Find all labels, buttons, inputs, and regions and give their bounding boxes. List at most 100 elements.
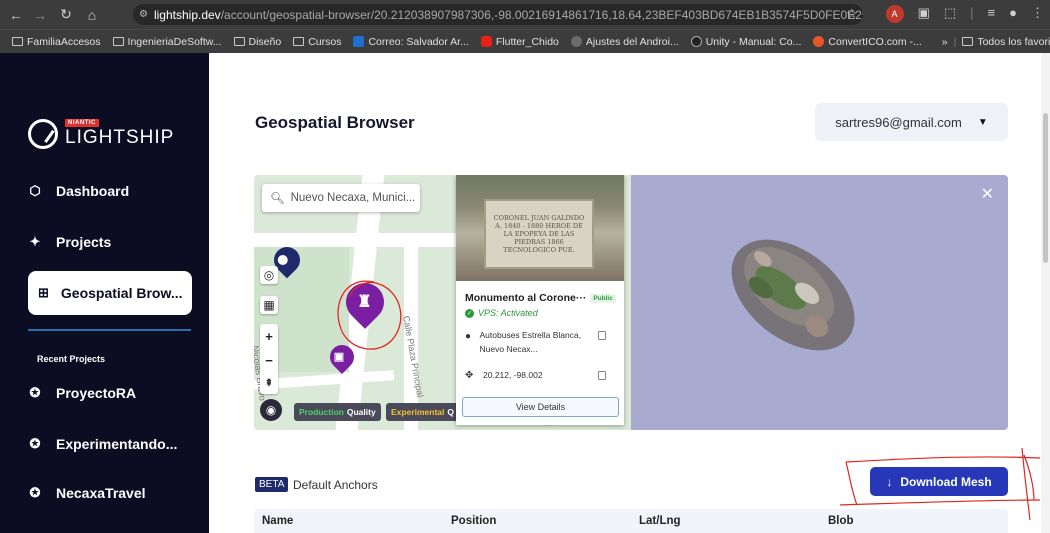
url-host: lightship.dev	[153, 7, 221, 22]
scrollbar-thumb[interactable]	[1043, 113, 1048, 263]
production-quality-tag[interactable]: Production Quality	[294, 403, 381, 421]
grid-view-icon[interactable]: ▦	[260, 296, 278, 314]
location-card: CORONEL JUAN GALINDO A. 1840 - 1880 HERO…	[456, 175, 624, 425]
project-icon: ✪	[29, 485, 41, 500]
page-scrollbar[interactable]	[1041, 53, 1050, 533]
folder-icon	[112, 37, 124, 46]
bookmark-link[interactable]: Ajustes del Androi...	[565, 36, 685, 48]
close-icon[interactable]: ✕	[981, 184, 994, 204]
recent-projects-label: Recent Projects	[37, 354, 106, 364]
forward-icon[interactable]: →	[30, 7, 50, 23]
bookmark-label: FamiliaAccesos	[27, 35, 101, 48]
bookmark-folder[interactable]: Cursos	[287, 36, 347, 48]
site-info-icon[interactable]: ⚙	[139, 9, 148, 20]
column-header[interactable]: Position	[451, 515, 496, 527]
vps-status: ✓ VPS: Activated	[465, 308, 538, 318]
column-header[interactable]: Name	[262, 515, 293, 527]
profile-icon[interactable]: ●	[1009, 5, 1017, 23]
location-title: Monumento al Corone··· Public	[465, 292, 616, 304]
bookmark-folder[interactable]: IngenieriaDeSoftw...	[107, 36, 228, 48]
location-address: ● Autobuses Estrella Blanca, Nuevo Necax…	[465, 328, 585, 357]
reload-icon[interactable]: ↻	[56, 6, 76, 23]
download-mesh-button[interactable]: ↓ Download Mesh	[870, 467, 1008, 496]
bookmark-label: Unity - Manual: Co...	[705, 35, 802, 48]
locate-icon[interactable]: ◎	[260, 266, 278, 284]
copy-icon[interactable]	[598, 331, 606, 340]
logo-name: LIGHTSHIP	[65, 127, 175, 148]
page-title: Geospatial Browser	[255, 113, 415, 132]
bookmark-label: Todos los favoritos	[977, 35, 1050, 48]
all-bookmarks[interactable]: Todos los favoritos	[956, 36, 1050, 48]
folder-icon	[962, 37, 974, 46]
location-coords: ✥ 20.212, -98.002	[465, 370, 543, 381]
logo-tag: NIANTIC	[65, 119, 99, 127]
map-icon: ⊞	[38, 285, 49, 300]
bookmarks-bar: FamiliaAccesos IngenieriaDeSoftw... Dise…	[0, 29, 1050, 53]
converticon-icon	[813, 36, 825, 47]
bookmark-label: Flutter_Chido	[495, 35, 559, 48]
beta-badge: BETA	[255, 477, 289, 492]
user-email: sartres96@gmail.com	[835, 114, 962, 130]
sidebar-item-dashboard[interactable]: ⬡ Dashboard	[28, 183, 129, 199]
unity-icon	[690, 36, 702, 47]
map-view[interactable]: Calle Plaza Principal Nicolás Bravo nida…	[254, 175, 631, 430]
recent-project-item[interactable]: ✪ NecaxaTravel	[28, 485, 146, 501]
bookmark-folder[interactable]: FamiliaAccesos	[6, 36, 107, 48]
zoom-out-icon[interactable]: −	[265, 353, 273, 368]
sidebar-item-label: Dashboard	[56, 183, 130, 199]
quality-production: Production	[299, 407, 344, 417]
copy-icon[interactable]	[598, 371, 606, 380]
globe-icon[interactable]: ◉	[260, 399, 282, 421]
bookmark-star-icon[interactable]: ☆	[846, 6, 858, 22]
outlook-icon	[353, 36, 365, 47]
mesh-model	[731, 239, 855, 351]
bookmark-folder[interactable]: Diseño	[228, 36, 288, 48]
bookmark-link[interactable]: ConvertICO.com -...	[807, 36, 927, 48]
folder-icon	[293, 37, 305, 46]
recent-project-item[interactable]: ✪ ProyectoRA	[28, 385, 137, 401]
column-header[interactable]: Blob	[828, 515, 854, 527]
column-header[interactable]: Lat/Lng	[639, 515, 681, 527]
monument-icon: ♜	[357, 293, 372, 311]
sidebar-item-projects[interactable]: ✦ Projects	[28, 234, 112, 250]
android-icon	[570, 36, 582, 47]
bookmark-link[interactable]: Correo: Salvador Ar...	[347, 36, 474, 48]
projects-icon: ✦	[29, 234, 41, 249]
bookmarks-overflow[interactable]: »	[936, 36, 954, 48]
extension-icon[interactable]: A	[885, 5, 904, 23]
url-path: /account/geospatial-browser/20.212038907…	[220, 7, 863, 22]
bookmark-link[interactable]: Flutter_Chido	[475, 36, 565, 48]
user-menu-button[interactable]: sartres96@gmail.com ▼	[815, 103, 1008, 141]
bookmark-link[interactable]: Unity - Manual: Co...	[685, 36, 808, 48]
pin-dot-icon	[277, 255, 288, 265]
mesh-preview[interactable]: ✕	[631, 175, 1008, 430]
home-icon[interactable]: ⌂	[82, 7, 102, 23]
vps-status-text: VPS: Activated	[478, 308, 538, 318]
public-badge: Public	[590, 293, 616, 303]
bookmark-label: Correo: Salvador Ar...	[368, 35, 469, 48]
address-bar[interactable]: ⚙ lightship.dev/account/geospatial-brows…	[133, 4, 863, 25]
media-icon[interactable]: ≡	[988, 5, 996, 23]
youtube-icon	[480, 36, 492, 47]
sidebar-item-geospatial-browser[interactable]: ⊞ Geospatial Brow...	[28, 271, 192, 315]
lightship-logo[interactable]: NIANTIC LIGHTSHIP	[28, 119, 174, 149]
extensions-puzzle-icon[interactable]: ⬚	[944, 5, 956, 23]
recent-project-item[interactable]: ✪ Experimentando...	[28, 436, 178, 452]
browser-toolbar: ← → ↻ ⌂ ⚙ lightship.dev/account/geospati…	[0, 0, 1050, 29]
check-circle-icon: ✓	[465, 308, 474, 318]
anchors-table-header: Name Position Lat/Lng Blob	[254, 509, 1008, 533]
compass-icon[interactable]: ⇞	[265, 378, 273, 389]
screenshot-icon[interactable]: ▣	[918, 5, 930, 23]
divider	[28, 329, 191, 331]
view-details-button[interactable]: View Details	[462, 397, 619, 417]
project-label: ProyectoRA	[56, 385, 137, 401]
zoom-in-icon[interactable]: +	[265, 329, 273, 344]
quality-label: Q	[447, 407, 455, 417]
location-photo: CORONEL JUAN GALINDO A. 1840 - 1880 HERO…	[456, 175, 624, 281]
menu-dots-icon[interactable]: ⋮	[1031, 5, 1044, 23]
back-icon[interactable]: ←	[6, 7, 26, 23]
map-search-input[interactable]: 🔍︎ Nuevo Necaxa, Munici...	[262, 184, 420, 212]
project-label: Experimentando...	[56, 436, 178, 452]
experimental-quality-tag[interactable]: Experimental Q	[386, 403, 460, 421]
folder-icon	[233, 37, 245, 46]
